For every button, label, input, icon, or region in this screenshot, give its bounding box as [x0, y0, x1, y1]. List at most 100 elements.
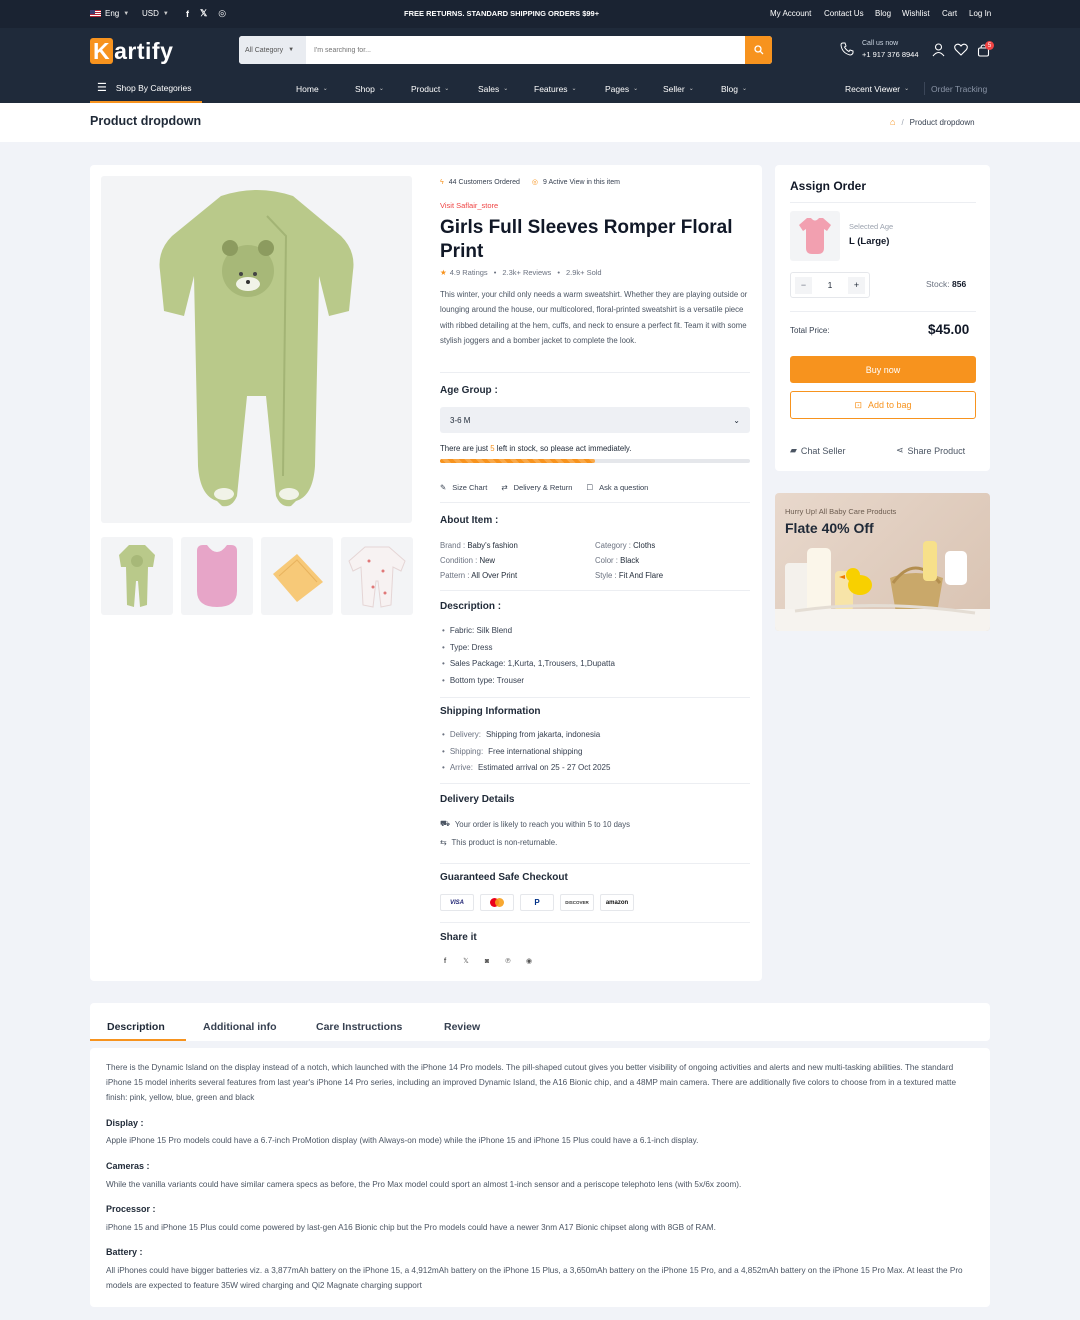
promo-banner[interactable]: Hurry Up! All Baby Care Products Flate 4… [775, 493, 990, 631]
thumbnail-3[interactable] [261, 537, 333, 615]
whatsapp-icon[interactable]: ◉ [523, 955, 535, 967]
onesie-icon [799, 218, 831, 254]
share-product-button[interactable]: ⋖ Share Product [896, 445, 965, 456]
product-description: This winter, your child only needs a war… [440, 290, 748, 345]
nav-item-home[interactable]: Home ⌄ [296, 74, 328, 103]
about-right-column: Category : Cloths Color : Black Style : … [595, 541, 664, 580]
wishlist-link[interactable]: Wishlist [902, 9, 930, 18]
condition-value: New [479, 556, 496, 565]
processor-heading: Processor : [106, 1204, 156, 1214]
tab-additional-info[interactable]: Additional info [203, 1012, 277, 1042]
assign-order-card: Assign Order Selected Age L (Large) − 1 … [775, 165, 990, 471]
contact-us-link[interactable]: Contact Us [824, 9, 864, 18]
brand-value: Baby's fashion [467, 541, 518, 550]
cameras-heading: Cameras : [106, 1161, 150, 1171]
instagram-icon[interactable]: ◙ [481, 955, 493, 967]
tab-review[interactable]: Review [444, 1012, 480, 1042]
product-main-image[interactable] [101, 176, 412, 523]
top-bar: Eng ▼ USD ▼ f 𝕏 ◎ FREE RETURNS. STANDARD… [0, 0, 1080, 28]
pattern-value: All Over Print [471, 571, 518, 580]
nav-item-product[interactable]: Product ⌄ [411, 74, 449, 103]
delivery-return-link[interactable]: Delivery & Return [514, 483, 573, 492]
search-button[interactable] [745, 36, 772, 64]
home-icon[interactable]: ⌂ [890, 117, 895, 127]
x-twitter-icon[interactable]: 𝕏 [460, 955, 472, 967]
heart-icon[interactable] [954, 43, 968, 58]
size-chart-link[interactable]: Size Chart [452, 483, 487, 492]
user-icon[interactable] [932, 43, 945, 59]
processor-text: iPhone 15 and iPhone 15 Plus could come … [106, 1223, 716, 1232]
language-label: Eng [105, 9, 120, 18]
order-tracking-link[interactable]: Order Tracking [924, 82, 987, 95]
call-label: Call us now [862, 40, 899, 47]
recent-viewer-dropdown[interactable]: Recent Viewer ⌄ [845, 74, 909, 103]
chat-seller-button[interactable]: ▰ Chat Seller [790, 445, 845, 456]
login-link[interactable]: Log In [969, 9, 991, 18]
nav-item-pages[interactable]: Pages ⌄ [605, 74, 638, 103]
category-select[interactable]: All Category ▼ [239, 36, 306, 64]
age-group-value: 3-6 M [450, 415, 471, 425]
order-item-image [790, 211, 840, 261]
blog-link[interactable]: Blog [875, 9, 891, 18]
nav-item-seller[interactable]: Seller ⌄ [663, 74, 694, 103]
us-flag-icon [90, 10, 101, 17]
star-icon: ★ [440, 268, 447, 277]
ruler-icon: ✎ [440, 483, 447, 492]
nav-item-features[interactable]: Features ⌄ [534, 74, 577, 103]
increment-button[interactable]: + [847, 276, 865, 294]
tab-description[interactable]: Description [107, 1012, 165, 1042]
description-list-title: Description : [440, 601, 502, 612]
thumbnail-2[interactable] [181, 537, 253, 615]
language-select[interactable]: Eng ▼ [90, 9, 129, 18]
thumbnail-1[interactable] [101, 537, 173, 615]
mastercard-icon [480, 894, 514, 911]
visit-store-link[interactable]: Visit Saflair_store [440, 201, 498, 210]
selected-age-label: Selected Age [849, 222, 894, 231]
search-bar: All Category ▼ [239, 36, 772, 64]
about-item-title: About Item : [440, 515, 499, 526]
facebook-icon[interactable]: f [186, 9, 189, 19]
divider [440, 922, 750, 923]
ratings-text: 4.9 Ratings [449, 268, 488, 277]
instagram-icon[interactable]: ◎ [218, 8, 226, 19]
nav-item-sales[interactable]: Sales ⌄ [478, 74, 508, 103]
discover-icon: DISCOVER [560, 894, 594, 911]
stock-progress-bar [440, 459, 750, 463]
thumbnail-4[interactable] [341, 537, 413, 615]
age-group-select[interactable]: 3-6 M ⌄ [440, 407, 750, 433]
stock-info: Stock: 856 [926, 279, 967, 289]
reviews-text[interactable]: 2.3k+ Reviews [502, 268, 551, 277]
chat-icon: ▰ [790, 445, 797, 455]
romper-thumb-icon [119, 545, 155, 607]
chevron-down-icon: ⌄ [322, 86, 328, 92]
facebook-icon[interactable]: f [439, 955, 451, 967]
cart-link[interactable]: Cart [942, 9, 957, 18]
quantity-value[interactable]: 1 [828, 280, 833, 290]
search-input[interactable] [306, 36, 745, 64]
battery-heading: Battery : [106, 1247, 143, 1257]
nav-item-shop[interactable]: Shop ⌄ [355, 74, 384, 103]
breadcrumb-current: Product dropdown [909, 117, 975, 127]
call-number[interactable]: +1 917 376 8944 [862, 50, 919, 59]
display-text: Apple iPhone 15 Pro models could have a … [106, 1136, 699, 1145]
decrement-button[interactable]: − [795, 276, 812, 294]
logo-text: artify [114, 38, 174, 64]
buy-now-button[interactable]: Buy now [790, 356, 976, 383]
amazon-icon: amazon [600, 894, 634, 911]
logo-mark: K [90, 38, 114, 64]
lightning-icon: ϟ [440, 178, 444, 186]
ask-question-link[interactable]: Ask a question [599, 483, 648, 492]
my-account-link[interactable]: My Account [770, 9, 811, 18]
x-twitter-icon[interactable]: 𝕏 [200, 8, 207, 19]
divider [440, 372, 750, 373]
currency-select[interactable]: USD ▼ [142, 9, 169, 18]
nav-item-blog[interactable]: Blog ⌄ [721, 74, 747, 103]
chevron-down-icon: ▼ [288, 47, 295, 53]
site-logo[interactable]: Kartify [90, 38, 173, 65]
list-item: Sales Package: 1,Kurta, 1,Trousers, 1,Du… [442, 656, 615, 673]
active-tab-indicator [90, 1039, 186, 1041]
add-to-bag-button[interactable]: ⊡ Add to bag [790, 391, 976, 419]
tab-care-instructions[interactable]: Care Instructions [316, 1012, 402, 1042]
bag-icon: ⊡ [854, 399, 862, 410]
pinterest-icon[interactable]: ℗ [502, 955, 514, 967]
